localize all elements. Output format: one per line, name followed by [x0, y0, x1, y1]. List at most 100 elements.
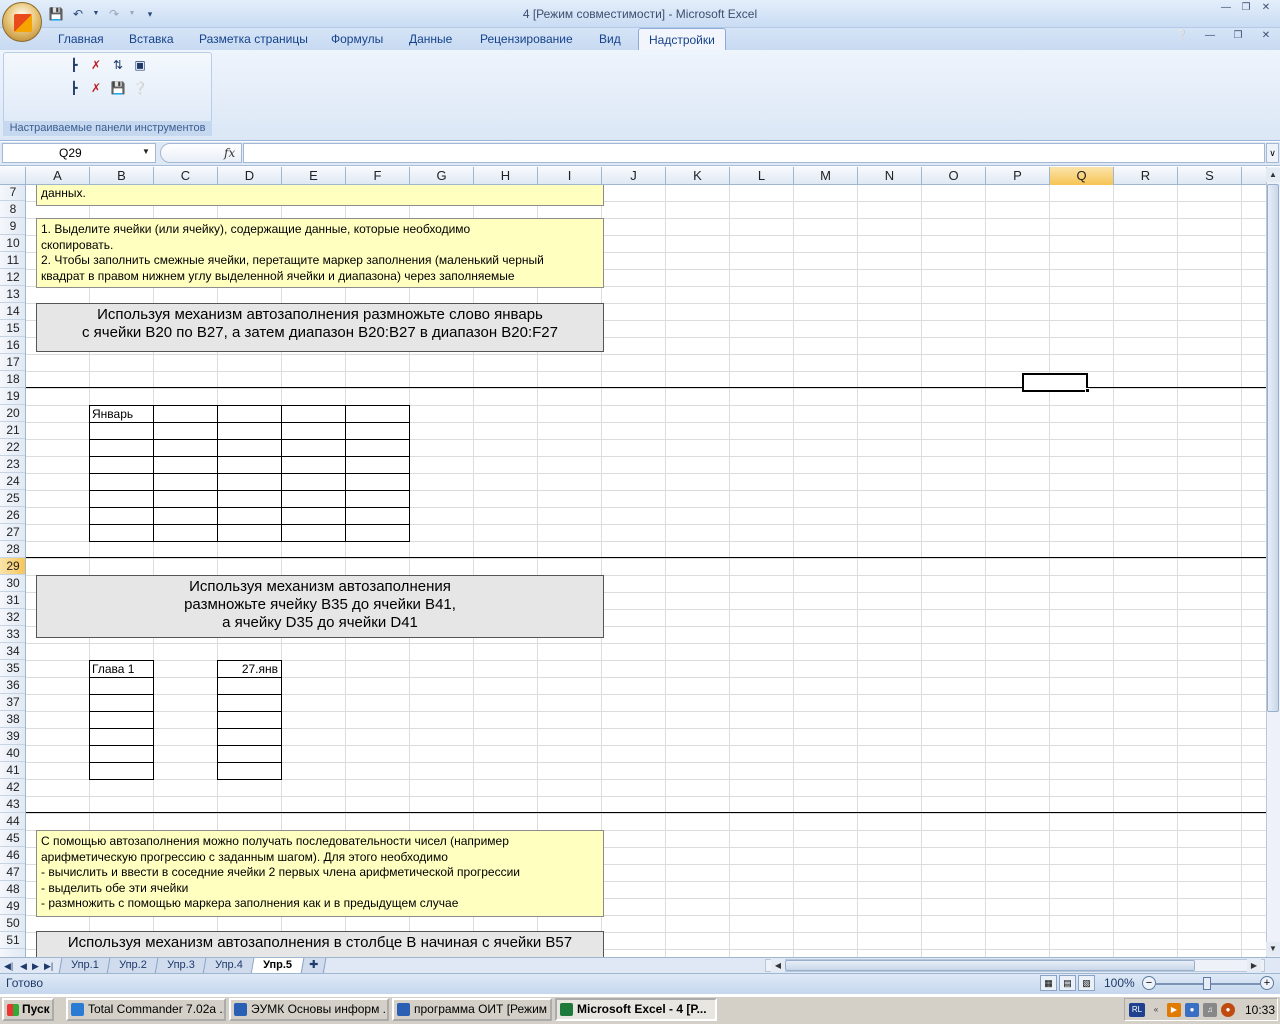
- cell-b20[interactable]: Январь: [89, 405, 154, 423]
- sheet-tab-4[interactable]: Упр.4: [202, 958, 256, 974]
- cell-d41[interactable]: [217, 762, 282, 780]
- cell-f25[interactable]: [345, 490, 410, 508]
- help-circle-icon[interactable]: ❔: [132, 80, 148, 96]
- insert-sheet-icon[interactable]: ✚: [300, 958, 327, 974]
- select-all-corner[interactable]: [0, 167, 26, 185]
- zoom-slider-handle[interactable]: [1203, 977, 1211, 990]
- column-header-l[interactable]: L: [730, 167, 794, 185]
- cell-b23[interactable]: [89, 456, 154, 474]
- row-header-39[interactable]: 39: [0, 728, 25, 745]
- zoom-out-icon[interactable]: −: [1142, 976, 1156, 990]
- cell-e26[interactable]: [281, 507, 346, 525]
- row-header-42[interactable]: 42: [0, 779, 25, 796]
- row-header-49[interactable]: 49: [0, 898, 25, 915]
- row-header-27[interactable]: 27: [0, 524, 25, 541]
- name-box-dropdown-icon[interactable]: ▼: [142, 147, 150, 156]
- row-header-47[interactable]: 47: [0, 864, 25, 881]
- row-header-51[interactable]: 51: [0, 932, 25, 949]
- row-header-29[interactable]: 29: [0, 558, 25, 575]
- taskbar-excel[interactable]: Microsoft Excel - 4 [Р...: [555, 998, 717, 1021]
- column-header-s[interactable]: S: [1178, 167, 1242, 185]
- column-header-g[interactable]: G: [410, 167, 474, 185]
- row-header-40[interactable]: 40: [0, 745, 25, 762]
- cell-b22[interactable]: [89, 439, 154, 457]
- cell-c20[interactable]: [153, 405, 218, 423]
- taskbar-total-commander[interactable]: Total Commander 7.02a ...: [66, 998, 226, 1021]
- cell-d22[interactable]: [217, 439, 282, 457]
- start-button[interactable]: Пуск: [2, 998, 54, 1021]
- row-header-38[interactable]: 38: [0, 711, 25, 728]
- tab-insert[interactable]: Вставка: [129, 32, 174, 46]
- cell-e21[interactable]: [281, 422, 346, 440]
- tab-page-layout[interactable]: Разметка страницы: [199, 32, 308, 46]
- cell-d25[interactable]: [217, 490, 282, 508]
- row-header-8[interactable]: 8: [0, 201, 25, 218]
- help-icon[interactable]: ❔: [1172, 30, 1192, 44]
- normal-view-icon[interactable]: ▦: [1040, 975, 1057, 991]
- cell-d39[interactable]: [217, 728, 282, 746]
- column-header-c[interactable]: C: [154, 167, 218, 185]
- cell-b37[interactable]: [89, 694, 154, 712]
- page-break-view-icon[interactable]: ▧: [1078, 975, 1095, 991]
- scroll-down-icon[interactable]: ▼: [1266, 942, 1280, 956]
- cell-b21[interactable]: [89, 422, 154, 440]
- row-header-23[interactable]: 23: [0, 456, 25, 473]
- close-icon[interactable]: ✕: [1256, 2, 1276, 16]
- column-header-r[interactable]: R: [1114, 167, 1178, 185]
- doc-restore-icon[interactable]: ❐: [1228, 30, 1248, 44]
- sheet-tab-2[interactable]: Упр.2: [106, 958, 160, 974]
- column-header-d[interactable]: D: [218, 167, 282, 185]
- row-header-48[interactable]: 48: [0, 881, 25, 898]
- doc-close-icon[interactable]: ✕: [1256, 30, 1276, 44]
- minimize-icon[interactable]: —: [1216, 2, 1236, 16]
- cell-e22[interactable]: [281, 439, 346, 457]
- row-header-43[interactable]: 43: [0, 796, 25, 813]
- cell-c23[interactable]: [153, 456, 218, 474]
- cell-b26[interactable]: [89, 507, 154, 525]
- column-header-h[interactable]: H: [474, 167, 538, 185]
- column-header-k[interactable]: K: [666, 167, 730, 185]
- cell-f23[interactable]: [345, 456, 410, 474]
- row-header-17[interactable]: 17: [0, 354, 25, 371]
- row-header-37[interactable]: 37: [0, 694, 25, 711]
- expand-formula-bar-icon[interactable]: ∨: [1266, 143, 1279, 163]
- sort-az-icon[interactable]: ⇅: [110, 57, 126, 73]
- cell-c25[interactable]: [153, 490, 218, 508]
- row-header-11[interactable]: 11: [0, 252, 25, 269]
- tab-addins[interactable]: Надстройки: [638, 28, 726, 51]
- volume-icon[interactable]: ♫: [1203, 1002, 1217, 1017]
- row-header-28[interactable]: 28: [0, 541, 25, 558]
- row-header-16[interactable]: 16: [0, 337, 25, 354]
- horizontal-scroll-thumb[interactable]: [785, 960, 1195, 971]
- row-header-41[interactable]: 41: [0, 762, 25, 779]
- scroll-right-icon[interactable]: ▶: [1247, 959, 1261, 972]
- cell-b36[interactable]: [89, 677, 154, 695]
- scroll-up-icon[interactable]: ▲: [1266, 168, 1280, 182]
- row-header-25[interactable]: 25: [0, 490, 25, 507]
- last-sheet-icon[interactable]: ▶|: [44, 958, 53, 974]
- insert-function-button[interactable]: fx: [224, 146, 235, 160]
- cell-b41[interactable]: [89, 762, 154, 780]
- fill-handle[interactable]: [1085, 388, 1090, 393]
- row-header-7[interactable]: 7: [0, 185, 25, 201]
- column-header-e[interactable]: E: [282, 167, 346, 185]
- doc-minimize-icon[interactable]: —: [1200, 30, 1220, 44]
- tree-toolbar-2-icon[interactable]: ┣: [66, 80, 82, 96]
- cell-f26[interactable]: [345, 507, 410, 525]
- formula-input[interactable]: [243, 143, 1265, 163]
- zoom-level[interactable]: 100%: [1104, 976, 1135, 990]
- row-header-14[interactable]: 14: [0, 303, 25, 320]
- row-header-24[interactable]: 24: [0, 473, 25, 490]
- tab-review[interactable]: Рецензирование: [480, 32, 573, 46]
- cell-c22[interactable]: [153, 439, 218, 457]
- tab-data[interactable]: Данные: [409, 32, 452, 46]
- vertical-scroll-thumb[interactable]: [1267, 184, 1279, 712]
- cell-b39[interactable]: [89, 728, 154, 746]
- delete-rows-2-icon[interactable]: ✗: [88, 80, 104, 96]
- column-header-j[interactable]: J: [602, 167, 666, 185]
- cell-e27[interactable]: [281, 524, 346, 542]
- taskbar-word-doc-2[interactable]: программа ОИТ [Режим ...: [392, 998, 552, 1021]
- cell-d35[interactable]: 27.янв: [217, 660, 282, 678]
- tray-expand-icon[interactable]: «: [1149, 1003, 1163, 1017]
- row-header-20[interactable]: 20: [0, 405, 25, 422]
